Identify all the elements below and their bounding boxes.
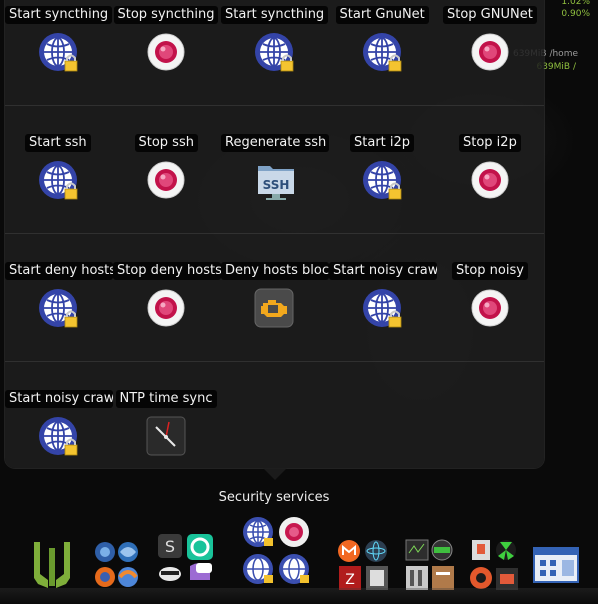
launcher-item[interactable]: Start ssh <box>5 130 113 240</box>
launcher-item-label: NTP time sync <box>115 390 217 408</box>
launcher-item[interactable]: Start noisy craw <box>329 258 437 368</box>
security-services-group-icon[interactable] <box>240 514 312 590</box>
stop-record-icon <box>146 160 186 200</box>
stop-record-icon <box>470 160 510 200</box>
launcher-item-label: Start noisy craw <box>329 262 437 280</box>
crypto-group-icon[interactable]: Z <box>336 538 392 592</box>
launcher-item[interactable]: Stop deny hosts <box>113 258 221 368</box>
globe-lock-icon <box>362 160 402 200</box>
globe-lock-icon <box>362 288 402 328</box>
launcher-item-label: Stop deny hosts <box>113 262 221 280</box>
launcher-item[interactable]: Stop GNUNet <box>437 2 545 112</box>
launcher-item-label: Start ssh <box>25 134 91 152</box>
launcher-item-label: Stop i2p <box>459 134 521 152</box>
cpu-usage-2: 0.90% <box>561 9 590 19</box>
launcher-item[interactable]: Start syncthing <box>221 2 329 112</box>
stop-record-icon <box>146 288 186 328</box>
web-browsers-group-icon[interactable] <box>92 540 140 590</box>
launcher-item[interactable]: Stop syncthing <box>113 2 221 112</box>
system-monitor-group-icon[interactable] <box>404 538 456 592</box>
launcher-item[interactable]: Start GnuNet <box>329 2 437 112</box>
desktop-settings-icon[interactable] <box>532 546 580 586</box>
launcher-item-label: Start syncthing <box>5 6 113 24</box>
launcher-item[interactable]: Stop i2p <box>437 130 545 240</box>
launcher-item[interactable]: Stop noisy <box>437 258 545 368</box>
app-logo-icon[interactable] <box>28 540 76 590</box>
messaging-group-icon[interactable]: S <box>156 532 216 592</box>
launcher-item-label: Deny hosts bloc <box>221 262 329 280</box>
launcher-item-label: Stop syncthing <box>113 6 219 24</box>
svg-text:Z: Z <box>345 572 355 588</box>
globe-lock-icon <box>362 32 402 72</box>
launcher-item[interactable]: Start syncthing <box>5 2 113 112</box>
globe-lock-icon <box>38 32 78 72</box>
stop-record-icon <box>470 32 510 72</box>
launcher-item[interactable]: Start i2p <box>329 130 437 240</box>
launcher-item-label: Start noisy craw <box>5 390 113 408</box>
launcher-item[interactable]: Deny hosts bloc <box>221 258 329 368</box>
ssh-folder-icon: SSH <box>254 160 294 200</box>
launcher-item-label: Start GnuNet <box>335 6 429 24</box>
globe-lock-icon <box>38 160 78 200</box>
launcher-item-label: Start syncthing <box>221 6 329 24</box>
dock-group-title: Security services <box>218 490 330 505</box>
globe-lock-icon <box>38 288 78 328</box>
launcher-item-label: Stop noisy <box>452 262 528 280</box>
svg-text:S: S <box>165 537 175 556</box>
security-services-popup: Start syncthing Stop syncthing Start synct… <box>5 0 544 468</box>
svg-text:SSH: SSH <box>263 178 290 192</box>
launcher-item[interactable]: Start deny hosts <box>5 258 113 368</box>
launcher-item-label: Start deny hosts <box>5 262 113 280</box>
popup-pointer <box>263 468 287 480</box>
cpu-usage-1: 1.02% <box>561 0 590 7</box>
launcher-item-label: Regenerate ssh <box>221 134 329 152</box>
launcher-item[interactable]: Start noisy craw <box>5 386 113 496</box>
launcher-item-label: Stop GNUNet <box>443 6 537 24</box>
dock-reflection <box>0 588 598 604</box>
stop-record-icon <box>470 288 510 328</box>
launcher-item[interactable]: Stop ssh <box>113 130 221 240</box>
launcher-item-label: Start i2p <box>350 134 415 152</box>
globe-lock-icon <box>254 32 294 72</box>
engine-warning-icon <box>254 288 294 328</box>
clock-icon <box>146 416 186 456</box>
privacy-tools-group-icon[interactable] <box>468 538 520 592</box>
stop-record-icon <box>146 32 186 72</box>
globe-lock-icon <box>38 416 78 456</box>
launcher-item[interactable]: Regenerate ssh SSH <box>221 130 329 240</box>
launcher-item[interactable]: NTP time sync <box>113 386 221 496</box>
launcher-item-label: Stop ssh <box>134 134 198 152</box>
